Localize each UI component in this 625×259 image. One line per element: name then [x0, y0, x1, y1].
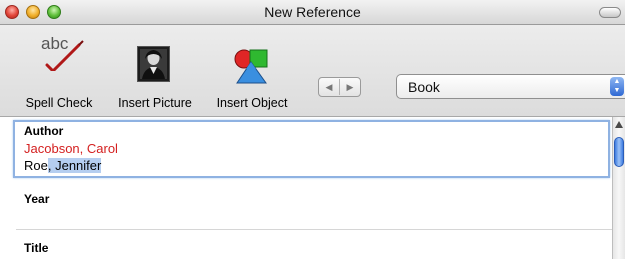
vertical-scrollbar[interactable] [612, 117, 625, 259]
right-arrow-icon: ▶ [346, 82, 354, 92]
author-line-2[interactable]: Roe, Jennifer [24, 158, 102, 173]
field-separator [16, 229, 612, 230]
scroll-up-arrow-icon[interactable] [615, 121, 623, 128]
reference-type-value: Book [408, 79, 440, 95]
toolbar-toggle-button[interactable] [599, 7, 621, 18]
left-arrow-icon: ◀ [325, 82, 333, 92]
year-field-label: Year [24, 192, 50, 206]
portrait-picture-icon [137, 46, 170, 82]
reference-fields-area: Author Jacobson, Carol Roe, Jennifer Yea… [0, 117, 612, 259]
spell-check-button[interactable]: abc Spell Check [15, 25, 103, 116]
next-reference-button[interactable]: ▶ [340, 78, 360, 96]
insert-object-label: Insert Object [216, 96, 288, 110]
author-line-1[interactable]: Jacobson, Carol [24, 141, 118, 156]
title-field-label: Title [24, 241, 49, 255]
insert-picture-button[interactable]: Insert Picture [107, 25, 203, 116]
insert-picture-label: Insert Picture [118, 96, 192, 110]
author-selected-text: , Jennifer [47, 158, 102, 173]
toolbar: abc Spell Check Insert Picture Insert Ob… [0, 25, 625, 117]
spell-check-icon: abc [27, 27, 91, 71]
title-bar[interactable]: New Reference [0, 0, 625, 25]
popup-arrows-icon: ▲ ▼ [610, 77, 624, 96]
insert-object-button[interactable]: Insert Object [206, 25, 298, 116]
shapes-object-icon [234, 48, 268, 84]
new-reference-window: New Reference abc Spell Check Insert Pic… [0, 0, 625, 259]
scroll-thumb[interactable] [614, 137, 624, 167]
window-title: New Reference [264, 4, 361, 20]
reference-type-select[interactable]: Book ▲ ▼ [396, 74, 625, 99]
author-field-label: Author [24, 124, 64, 138]
navigation-segmented-control: ◀ ▶ [318, 77, 361, 97]
spell-check-label: Spell Check [25, 96, 93, 110]
previous-reference-button[interactable]: ◀ [319, 78, 339, 96]
author-line-2-text: Roe [24, 158, 48, 173]
